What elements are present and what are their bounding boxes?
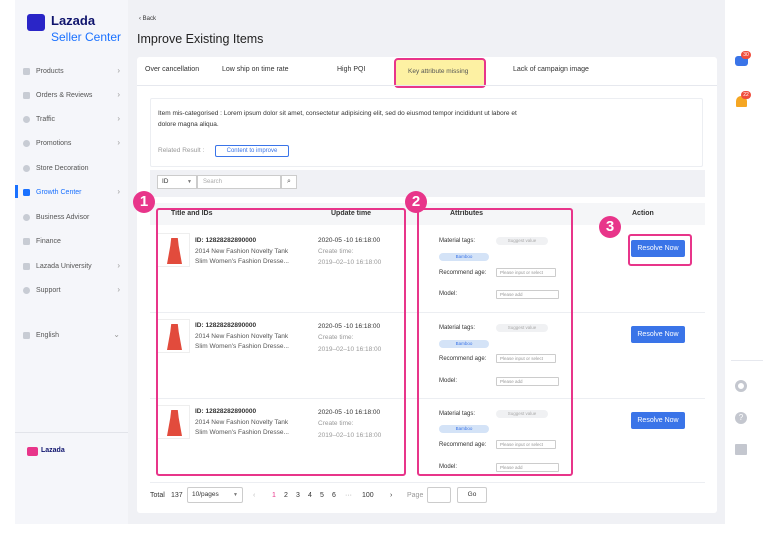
box-icon xyxy=(23,67,30,75)
highlight-resolve-button xyxy=(628,234,692,266)
sidebar-item-products[interactable]: Products › xyxy=(15,60,128,82)
total-count: 137 xyxy=(171,492,183,499)
back-link[interactable]: ‹ Back xyxy=(139,16,156,22)
go-button[interactable]: Go xyxy=(457,487,487,503)
row-divider xyxy=(150,482,705,483)
tab-over-cancellation[interactable]: Over cancellation xyxy=(145,66,199,73)
brand-name: Lazada xyxy=(51,13,96,28)
highlight-attributes-column xyxy=(417,208,573,476)
tabs-divider xyxy=(137,85,717,86)
sidebar-item-promotions[interactable]: Promotions › xyxy=(15,132,128,154)
page-link-2[interactable]: 2 xyxy=(284,492,288,499)
footer-logo-text: Lazada xyxy=(41,447,65,454)
right-toolbar: 30 22 ? xyxy=(725,0,769,534)
toolbar-divider xyxy=(731,360,763,361)
globe-icon xyxy=(23,331,30,339)
university-icon xyxy=(23,262,30,270)
sidebar-item-support[interactable]: Support › xyxy=(15,279,128,301)
sidebar-item-traffic[interactable]: Traffic › xyxy=(15,108,128,130)
chevron-right-icon: › xyxy=(117,138,120,147)
chevron-right-icon: › xyxy=(117,187,120,196)
info-text-line2: dolore magna aliqua. xyxy=(158,121,219,128)
page-link-1[interactable]: 1 xyxy=(272,492,276,499)
next-page-icon[interactable]: › xyxy=(390,492,392,499)
lazada-heart-logo-icon xyxy=(27,447,38,456)
resolve-now-button[interactable]: Resolve Now xyxy=(631,326,685,343)
edit-icon[interactable] xyxy=(735,444,747,455)
related-result-label: Related Result : xyxy=(158,147,205,154)
total-label: Total xyxy=(150,492,165,499)
language-selector[interactable]: English ⌄ xyxy=(15,324,128,346)
page-size-select[interactable]: 10/pages ▼ xyxy=(187,487,243,503)
page-link-5[interactable]: 5 xyxy=(320,492,324,499)
page-link-100[interactable]: 100 xyxy=(362,492,374,499)
page-ellipsis[interactable]: ··· xyxy=(345,492,352,499)
goto-page-input[interactable] xyxy=(427,487,451,503)
sidebar-item-finance[interactable]: Finance xyxy=(15,230,128,252)
page-link-4[interactable]: 4 xyxy=(308,492,312,499)
sidebar: Lazada Seller Center Products › Orders & … xyxy=(15,0,128,524)
sidebar-item-business-advisor[interactable]: Business Advisor xyxy=(15,206,128,228)
sidebar-item-growth-center[interactable]: Growth Center › xyxy=(15,181,128,203)
page-title: Improve Existing Items xyxy=(137,32,264,46)
support-icon xyxy=(23,286,30,294)
chevron-down-icon: ⌄ xyxy=(113,330,120,339)
annotation-badge-2: 2 xyxy=(405,191,427,213)
tab-lack-of-campaign-image[interactable]: Lack of campaign image xyxy=(513,66,589,73)
page-link-3[interactable]: 3 xyxy=(296,492,300,499)
chat-badge: 30 xyxy=(741,51,751,59)
content-to-improve-button[interactable]: Content to improve xyxy=(215,145,289,157)
lazada-logo-icon xyxy=(27,14,45,31)
chevron-right-icon: › xyxy=(117,90,120,99)
brand-product: Seller Center xyxy=(51,30,122,44)
store-icon xyxy=(23,164,30,172)
sidebar-item-store-decoration[interactable]: Store Decoration xyxy=(15,157,128,179)
bell-badge: 22 xyxy=(741,91,751,99)
chevron-right-icon: › xyxy=(117,261,120,270)
search-icon[interactable]: ⌕ xyxy=(281,175,297,189)
finance-icon xyxy=(23,237,30,245)
advisor-icon xyxy=(23,213,30,221)
page-link-6[interactable]: 6 xyxy=(332,492,336,499)
prev-page-icon[interactable]: ‹ xyxy=(253,492,255,499)
chevron-right-icon: › xyxy=(117,66,120,75)
tab-high-pqi[interactable]: High PQI xyxy=(337,66,365,73)
goto-page-label: Page xyxy=(407,492,424,499)
orders-icon xyxy=(23,91,30,99)
help-icon[interactable]: ? xyxy=(735,412,747,424)
highlight-title-update-columns xyxy=(156,208,406,476)
caret-down-icon: ▼ xyxy=(233,492,238,498)
header-action: Action xyxy=(632,210,654,217)
chevron-right-icon: › xyxy=(117,285,120,294)
tab-key-attribute-missing[interactable]: Key attribute missing xyxy=(408,68,468,75)
growth-icon xyxy=(23,188,30,196)
sidebar-item-lazada-university[interactable]: Lazada University › xyxy=(15,255,128,277)
sidebar-divider xyxy=(15,432,128,433)
annotation-badge-1: 1 xyxy=(133,191,155,213)
resolve-now-button[interactable]: Resolve Now xyxy=(631,412,685,429)
info-text-line1: Item mis-categorised : Lorem ipsum dolor… xyxy=(158,110,517,117)
sidebar-item-orders[interactable]: Orders & Reviews › xyxy=(15,84,128,106)
annotation-badge-3: 3 xyxy=(599,216,621,238)
promotions-icon xyxy=(23,139,30,147)
gear-icon[interactable] xyxy=(735,380,747,392)
traffic-icon xyxy=(23,115,30,123)
id-select[interactable]: ID ▼ xyxy=(157,175,197,189)
tab-low-ship-on-time[interactable]: Low ship on time rate xyxy=(222,66,289,73)
search-input[interactable]: Search xyxy=(197,175,281,189)
chevron-right-icon: › xyxy=(117,114,120,123)
caret-down-icon: ▼ xyxy=(187,179,192,185)
